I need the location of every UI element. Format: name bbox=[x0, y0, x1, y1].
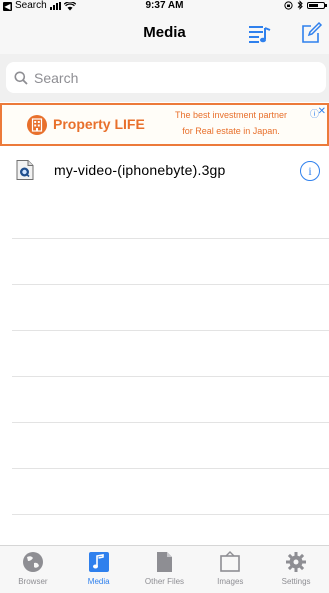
image-icon bbox=[220, 551, 241, 572]
ad-banner[interactable]: Property LIFE The best investment partne… bbox=[0, 103, 329, 146]
tab-settings[interactable]: Settings bbox=[263, 546, 329, 593]
ad-brand-name: Property LIFE bbox=[53, 116, 145, 132]
tab-images[interactable]: Images bbox=[197, 546, 263, 593]
ad-close-icon[interactable]: ✕ bbox=[318, 106, 326, 117]
search-input[interactable]: Search bbox=[6, 62, 326, 93]
tab-label: Browser bbox=[18, 577, 48, 586]
video-file-icon bbox=[16, 160, 34, 180]
status-time: 9:37 AM bbox=[145, 0, 184, 11]
bluetooth-icon bbox=[297, 0, 303, 10]
gear-icon bbox=[286, 552, 307, 572]
tab-media[interactable]: Media bbox=[66, 546, 132, 593]
search-placeholder: Search bbox=[34, 69, 79, 86]
tab-label: Settings bbox=[281, 577, 311, 586]
battery-icon bbox=[307, 1, 327, 9]
globe-icon bbox=[22, 552, 43, 572]
status-right bbox=[284, 0, 327, 10]
file-row[interactable]: my-video-(iphonebyte).3gp i bbox=[0, 146, 329, 194]
tab-label: Media bbox=[87, 577, 110, 586]
ad-line-1: The best investment partner bbox=[174, 110, 288, 120]
search-bar: Search bbox=[0, 54, 329, 102]
music-note-icon bbox=[88, 552, 109, 572]
playlist-button[interactable] bbox=[247, 21, 273, 45]
tab-other-files[interactable]: Other Files bbox=[132, 546, 198, 593]
navigation-bar: Media bbox=[0, 12, 329, 54]
status-bar: ◀ Search 9:37 AM bbox=[0, 0, 329, 12]
playlist-icon bbox=[249, 26, 271, 43]
tab-bar: Browser Media Other Files Images Setting… bbox=[0, 545, 329, 593]
compose-icon bbox=[302, 21, 323, 43]
property-life-logo-icon bbox=[27, 115, 47, 135]
compose-button[interactable] bbox=[299, 21, 325, 45]
file-info-button[interactable]: i bbox=[300, 161, 320, 181]
tab-browser[interactable]: Browser bbox=[0, 546, 66, 593]
media-list: my-video-(iphonebyte).3gp i bbox=[0, 146, 329, 561]
ad-line-2: for Real estate in Japan. bbox=[182, 126, 280, 136]
rotation-lock-icon bbox=[284, 0, 293, 10]
document-icon bbox=[157, 552, 173, 572]
search-icon bbox=[14, 71, 28, 85]
tab-label: Images bbox=[217, 577, 244, 586]
tab-label: Other Files bbox=[144, 577, 185, 586]
file-name: my-video-(iphonebyte).3gp bbox=[54, 162, 226, 178]
page-title: Media bbox=[143, 24, 186, 41]
